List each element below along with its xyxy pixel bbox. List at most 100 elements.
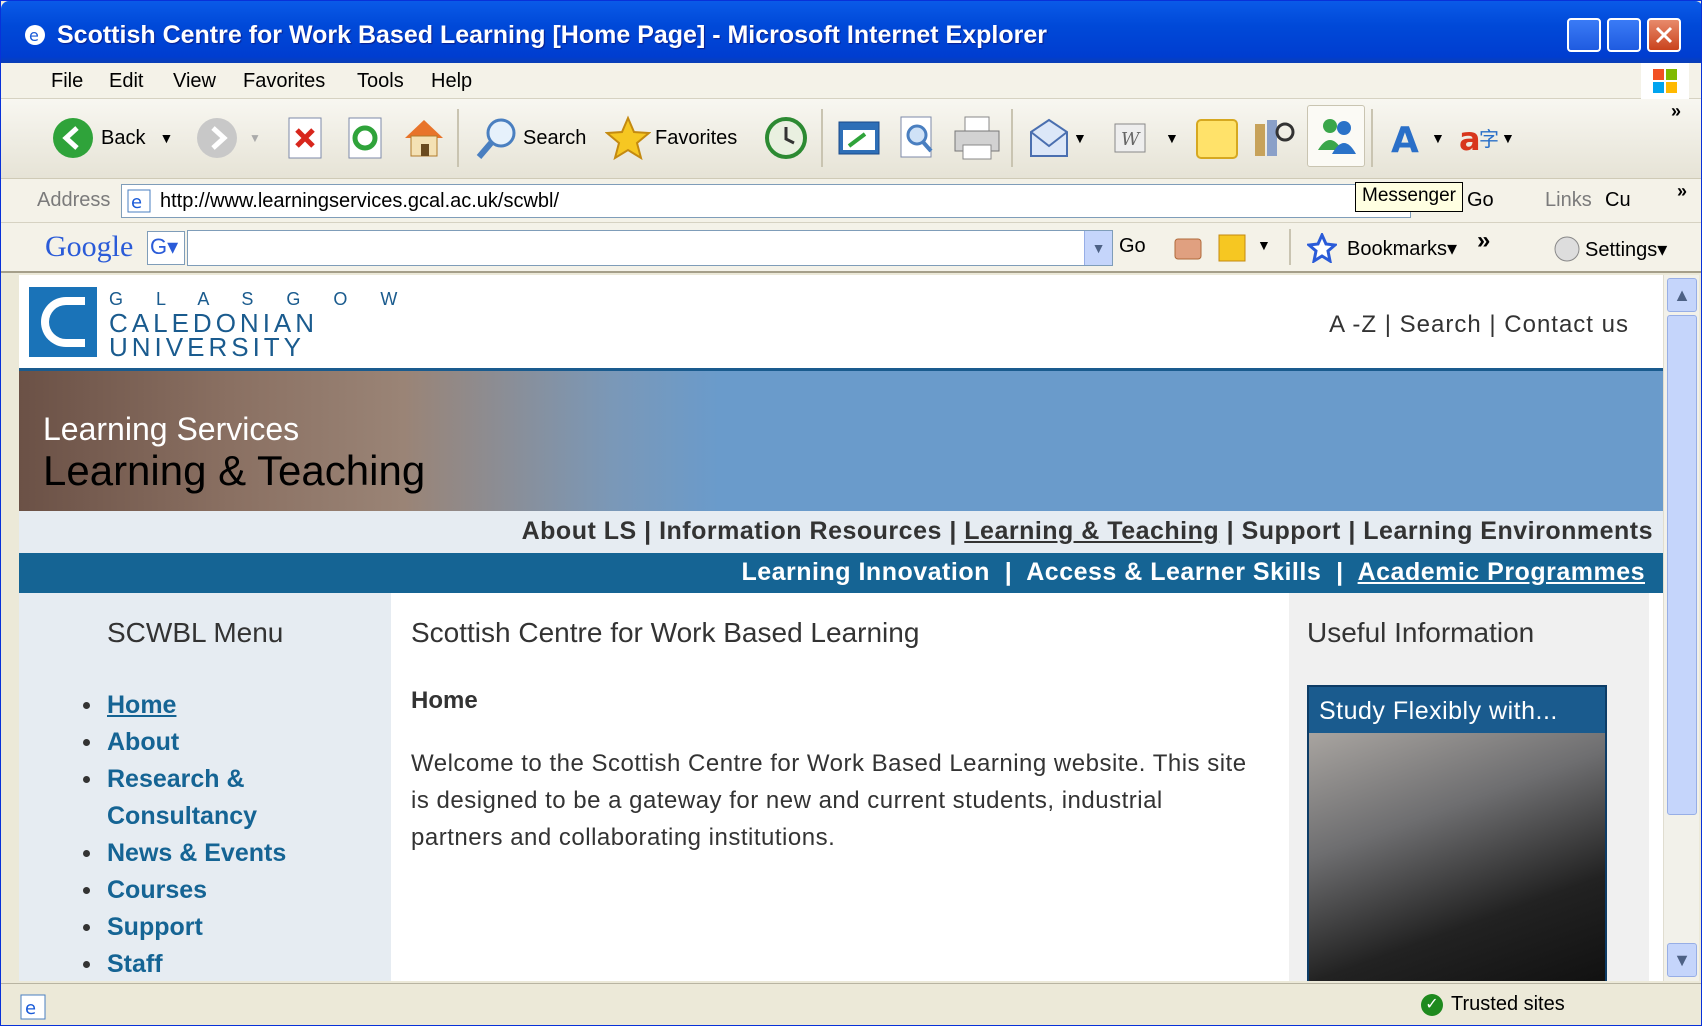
forward-dropdown-icon[interactable]: ▼ (249, 131, 261, 145)
google-go-button[interactable]: Go (1119, 235, 1146, 258)
menu-favorites[interactable]: Favorites (243, 70, 325, 93)
scroll-up-icon[interactable]: ▲ (1667, 278, 1697, 312)
sidebar-item-home[interactable]: Home (83, 687, 343, 724)
banner: Learning Services Learning & Teaching (19, 371, 1663, 511)
menu-view[interactable]: View (173, 70, 216, 93)
print-preview-icon (900, 116, 933, 158)
utility-links[interactable]: A -Z | Search | Contact us (1329, 311, 1629, 339)
address-url: http://www.learningservices.gcal.ac.uk/s… (160, 190, 560, 212)
nav-academic-programmes[interactable]: Academic Programmes (1358, 558, 1645, 586)
university-header: G L A S G O W CALEDONIAN UNIVERSITY A -Z… (19, 275, 1663, 371)
pagerank-icon[interactable] (1171, 231, 1207, 265)
home-icon (405, 120, 443, 157)
news-icon[interactable] (1215, 229, 1251, 265)
menu-file[interactable]: File (51, 70, 83, 93)
back-button[interactable]: Back ▼ (51, 113, 173, 163)
mail-dropdown-icon[interactable]: ▼ (1073, 130, 1087, 146)
forward-button[interactable]: ▼ (195, 113, 261, 163)
nav-support[interactable]: Support (1242, 517, 1341, 545)
toolbar-separator (1371, 109, 1373, 167)
promo-text: Study Flexibly with... (1319, 697, 1558, 725)
print-button[interactable] (953, 113, 1001, 163)
favorites-button[interactable]: Favorites (605, 113, 737, 163)
sidebar-item-courses[interactable]: Courses (83, 872, 343, 909)
refresh-icon (348, 117, 382, 159)
gcu-logo-icon[interactable] (29, 287, 97, 357)
nav-about-ls[interactable]: About LS (522, 517, 637, 545)
edit-dropdown-icon[interactable]: ▼ (1165, 130, 1179, 146)
edit-button[interactable]: W ▼ (1113, 113, 1179, 163)
standard-toolbar: Back ▼ ▼ Search Favorites ▼ W ▼ A ▼ a 字 … (1, 99, 1701, 179)
settings-button[interactable]: Settings▾ (1553, 235, 1667, 263)
menu-help[interactable]: Help (431, 70, 472, 93)
google-search-input[interactable]: ▼ (187, 230, 1113, 266)
news-dropdown-icon[interactable]: ▼ (1257, 237, 1271, 253)
links-label[interactable]: Links (1545, 189, 1592, 212)
print-preview-button[interactable] (897, 113, 937, 163)
sidebar-item-support[interactable]: Support (83, 909, 343, 946)
search-history-dropdown-icon[interactable]: ▼ (1084, 231, 1112, 265)
links-item[interactable]: Cu (1605, 189, 1631, 212)
media-button[interactable] (837, 113, 881, 163)
messenger-tooltip: Messenger (1355, 182, 1463, 212)
text-size-button[interactable]: A ▼ (1387, 113, 1445, 163)
check-icon: ✓ (1421, 993, 1443, 1016)
ie-icon: e (25, 25, 45, 45)
address-input[interactable]: e http://www.learningservices.gcal.ac.uk… (121, 184, 1411, 218)
sidebar-item-news-events[interactable]: News & Events (83, 835, 343, 872)
menu-tools[interactable]: Tools (357, 70, 404, 93)
language-encoding-icon: a字 (1459, 120, 1499, 158)
forward-arrow-icon (197, 118, 237, 158)
useful-info-title: Useful Information (1307, 617, 1535, 648)
nav-learning-environments[interactable]: Learning Environments (1363, 517, 1653, 545)
go-button[interactable]: Go (1467, 189, 1494, 212)
text-size-dropdown-icon[interactable]: ▼ (1431, 130, 1445, 146)
browser-window: e Scottish Centre for Work Based Learnin… (0, 0, 1702, 1026)
links-overflow-chevron[interactable]: » (1677, 181, 1687, 202)
scrollbar-thumb[interactable] (1667, 315, 1697, 815)
google-logo[interactable]: Google (45, 230, 133, 264)
nav-access-learner-skills[interactable]: Access & Learner Skills (1026, 558, 1321, 586)
back-dropdown-icon[interactable]: ▼ (159, 130, 173, 146)
svg-text:e: e (29, 26, 39, 45)
messenger-button[interactable] (1307, 105, 1365, 167)
discuss-button[interactable] (1195, 113, 1239, 163)
stop-icon (288, 117, 322, 159)
search-button[interactable]: Search (473, 113, 586, 163)
mail-button[interactable]: ▼ (1027, 113, 1087, 163)
welcome-text: Welcome to the Scottish Centre for Work … (411, 750, 1247, 851)
sidebar-item-staff[interactable]: Staff (83, 946, 343, 981)
sidebar-title: SCWBL Menu (107, 617, 284, 648)
sidebar-item-about[interactable]: About (83, 724, 343, 761)
security-zone[interactable]: ✓ Trusted sites (1421, 993, 1565, 1016)
minimize-button[interactable] (1567, 18, 1601, 52)
primary-nav: About LS | Information Resources | Learn… (19, 511, 1663, 553)
bookmarks-button[interactable]: Bookmarks▾ (1307, 233, 1457, 263)
maximize-button[interactable] (1607, 18, 1641, 52)
nav-learning-teaching[interactable]: Learning & Teaching (964, 517, 1219, 545)
scroll-down-icon[interactable]: ▼ (1667, 943, 1697, 977)
sidebar-item-research-cont[interactable]: Consultancy (83, 798, 343, 835)
printer-icon (954, 116, 1000, 160)
research-button[interactable] (1251, 113, 1295, 163)
toolbar-overflow-chevron[interactable]: » (1671, 99, 1681, 123)
study-flexibly-promo[interactable]: Study Flexibly with... (1307, 685, 1607, 981)
home-button[interactable] (401, 113, 447, 163)
encoding-button[interactable]: a字 ▼ (1457, 113, 1515, 163)
close-button[interactable] (1647, 18, 1681, 52)
stop-button[interactable] (285, 113, 325, 163)
menu-edit[interactable]: Edit (109, 70, 143, 93)
history-button[interactable] (763, 113, 809, 163)
history-icon (765, 117, 807, 159)
university-name[interactable]: G L A S G O W CALEDONIAN UNIVERSITY (109, 287, 411, 360)
bookmark-star-icon (1307, 233, 1337, 263)
encoding-dropdown-icon[interactable]: ▼ (1501, 130, 1515, 146)
refresh-button[interactable] (345, 113, 385, 163)
google-overflow-chevron[interactable]: » (1477, 227, 1490, 255)
nav-learning-innovation[interactable]: Learning Innovation (741, 558, 989, 586)
nav-information-resources[interactable]: Information Resources (659, 517, 942, 545)
sidebar-item-research[interactable]: Research & (83, 761, 343, 798)
vertical-scrollbar[interactable]: ▲ ▼ (1663, 275, 1699, 981)
title-bar[interactable]: e Scottish Centre for Work Based Learnin… (1, 1, 1701, 63)
google-menu-button[interactable]: G▾ (147, 231, 185, 265)
